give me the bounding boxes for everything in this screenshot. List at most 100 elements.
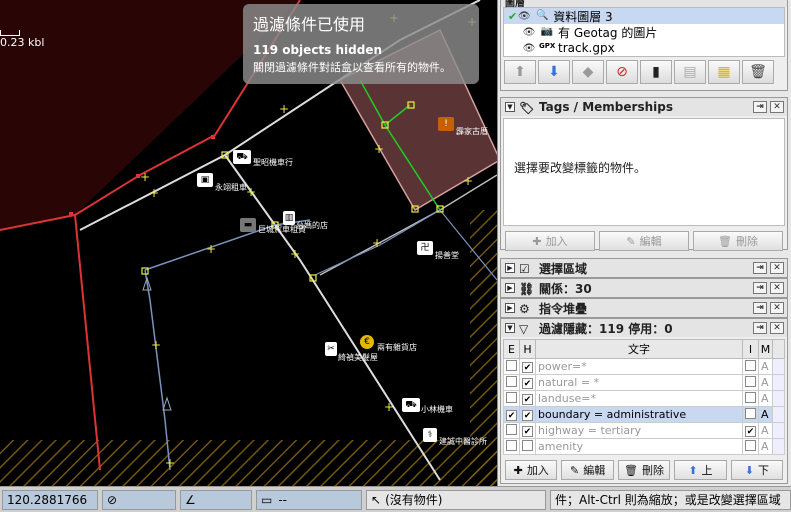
active-check-icon: ✔	[508, 9, 518, 23]
relations-dialog[interactable]: ▶ ⛓ 關係：30 ⇥ ✕	[500, 278, 788, 298]
enable-checkbox[interactable]: ✔	[506, 410, 517, 421]
close-icon[interactable]: ✕	[770, 322, 784, 334]
hide-checkbox[interactable]: ✔	[522, 362, 533, 373]
inverted-checkbox[interactable]	[745, 439, 756, 451]
filter-row[interactable]: amenity A	[503, 438, 785, 455]
filter-row[interactable]: ✔ natural = * A	[503, 374, 785, 391]
col-i[interactable]: I	[742, 339, 759, 359]
eye-icon[interactable]: 👁	[517, 11, 531, 22]
filter-row[interactable]: ✔ ✔ boundary = administrative A	[503, 406, 785, 423]
delete-layer-button[interactable]: 🗑	[742, 60, 774, 84]
inverted-checkbox[interactable]	[745, 391, 756, 403]
toggle-visibility-button[interactable]: ⊘	[606, 60, 638, 84]
collapse-toggle[interactable]: ▼	[505, 323, 515, 333]
enable-checkbox[interactable]	[506, 359, 517, 371]
enable-checkbox[interactable]	[506, 423, 517, 435]
layer-row-data[interactable]: ✔ 👁 🔍 資料圖層 3	[504, 8, 784, 24]
svg-text:+: +	[149, 186, 159, 200]
edit-tag-button[interactable]: ✎ 編輯	[599, 231, 689, 251]
close-icon[interactable]: ✕	[770, 302, 784, 314]
svg-text:+: +	[374, 142, 384, 156]
scrollbar-track[interactable]	[772, 422, 785, 439]
merge-button[interactable]: ◆	[572, 60, 604, 84]
enable-checkbox[interactable]	[506, 391, 517, 403]
detach-icon[interactable]: ⇥	[753, 322, 767, 334]
layer-row-gpx[interactable]: 👁 GPX track.gpx	[504, 40, 784, 56]
enable-checkbox[interactable]	[506, 439, 517, 451]
scrollbar-track[interactable]	[772, 406, 785, 423]
detach-icon[interactable]: ⇥	[753, 282, 767, 294]
moto-icon[interactable]: ⛟	[233, 150, 251, 164]
inverted-checkbox[interactable]	[745, 359, 756, 371]
inverted-checkbox[interactable]: ✔	[745, 426, 756, 437]
expand-toggle[interactable]: ▶	[505, 303, 515, 313]
enable-checkbox[interactable]	[506, 375, 517, 387]
duplicate-button[interactable]: ▤	[674, 60, 706, 84]
move-down-button[interactable]: ⬇	[538, 60, 570, 84]
close-icon[interactable]: ✕	[770, 262, 784, 274]
osm-layer-icon: 🔍	[535, 10, 549, 21]
map-view[interactable]: + + + + + + + + + + + + + + 0.23 kbl ⛟ 聖…	[0, 0, 497, 486]
layers-header[interactable]: 圖層	[501, 0, 787, 9]
move-up-filter-button[interactable]: ⬆ 上	[674, 460, 727, 480]
delete-filter-button[interactable]: 🗑 刪除	[617, 460, 671, 480]
expand-toggle[interactable]: ▶	[505, 263, 515, 273]
close-icon[interactable]: ✕	[770, 282, 784, 294]
euro-icon[interactable]: €	[360, 335, 374, 349]
hide-checkbox[interactable]: ✔	[522, 394, 533, 405]
hide-checkbox[interactable]	[522, 439, 533, 451]
hide-checkbox[interactable]: ✔	[522, 378, 533, 389]
moto-icon[interactable]: ⛟	[402, 398, 420, 412]
filter-row[interactable]: ✔ landuse=* A	[503, 390, 785, 407]
filter-row[interactable]: ✔ highway = tertiary ✔ A	[503, 422, 785, 439]
car-icon[interactable]: ▬	[240, 218, 256, 232]
filter-header[interactable]: ▼ ▽ 過濾隱藏：119 停用：0 ⇥ ✕	[501, 319, 787, 337]
move-down-filter-button[interactable]: ⬇ 下	[730, 460, 784, 480]
tags-header[interactable]: ▼ 🏷 Tags / Memberships ⇥ ✕	[501, 98, 787, 116]
detach-icon[interactable]: ⇥	[753, 302, 767, 314]
collapse-toggle[interactable]: ▼	[505, 102, 515, 112]
selection-dialog[interactable]: ▶ ☑ 選擇區域 ⇥ ✕	[500, 258, 788, 278]
layer-info-button[interactable]: ▦	[708, 60, 740, 84]
detach-icon[interactable]: ⇥	[753, 262, 767, 274]
command-stack-dialog[interactable]: ▶ ⚙ 指令堆疊 ⇥ ✕	[500, 298, 788, 318]
opacity-button[interactable]: ▮	[640, 60, 672, 84]
hide-checkbox[interactable]: ✔	[522, 410, 533, 421]
car-icon[interactable]: ▣	[197, 173, 213, 187]
expand-toggle[interactable]: ▶	[505, 283, 515, 293]
add-tag-button[interactable]: ✚ 加入	[505, 231, 595, 251]
edit-icon: ✎	[570, 463, 580, 477]
scrollbar-track[interactable]	[772, 438, 785, 455]
scrollbar-track[interactable]	[772, 374, 785, 391]
shop-icon[interactable]: ▥	[283, 211, 295, 225]
layer-row-geotag[interactable]: 👁 📷 有 Geotag 的圖片	[504, 24, 784, 40]
inverted-cell	[742, 358, 759, 375]
inverted-checkbox[interactable]	[745, 375, 756, 387]
detach-icon[interactable]: ⇥	[753, 101, 767, 113]
edit-filter-button[interactable]: ✎ 編輯	[561, 460, 614, 480]
inverted-checkbox[interactable]	[745, 407, 756, 419]
svg-text:+: +	[165, 456, 175, 470]
delete-tag-button[interactable]: 🗑 刪除	[693, 231, 783, 251]
tags-table[interactable]: 選擇要改變標籤的物件。	[503, 118, 785, 226]
hair-icon[interactable]: ✂	[325, 342, 337, 356]
svg-text:+: +	[290, 247, 300, 261]
col-e[interactable]: E	[503, 339, 520, 359]
delete-label: 刪除	[735, 235, 758, 248]
col-text[interactable]: 文字	[535, 339, 743, 359]
col-m[interactable]: M	[758, 339, 773, 359]
move-up-button[interactable]: ⬆	[504, 60, 536, 84]
eye-icon[interactable]: 👁	[522, 27, 536, 38]
col-h[interactable]: H	[519, 339, 536, 359]
filter-table-container[interactable]: E H 文字 I M ✔ power=* A ✔ natural = * A ✔ landus…	[503, 339, 785, 455]
clinic-icon[interactable]: ⚕	[423, 428, 437, 442]
close-icon[interactable]: ✕	[770, 101, 784, 113]
add-filter-button[interactable]: ✚ 加入	[505, 460, 558, 480]
eye-icon[interactable]: 👁	[522, 43, 536, 54]
filter-row[interactable]: ✔ power=* A	[503, 358, 785, 375]
warning-icon[interactable]: !	[438, 117, 454, 131]
temple-icon[interactable]: 卍	[417, 241, 433, 255]
hide-checkbox[interactable]: ✔	[522, 426, 533, 437]
scrollbar-track[interactable]	[772, 358, 785, 375]
scrollbar-track[interactable]	[772, 390, 785, 407]
